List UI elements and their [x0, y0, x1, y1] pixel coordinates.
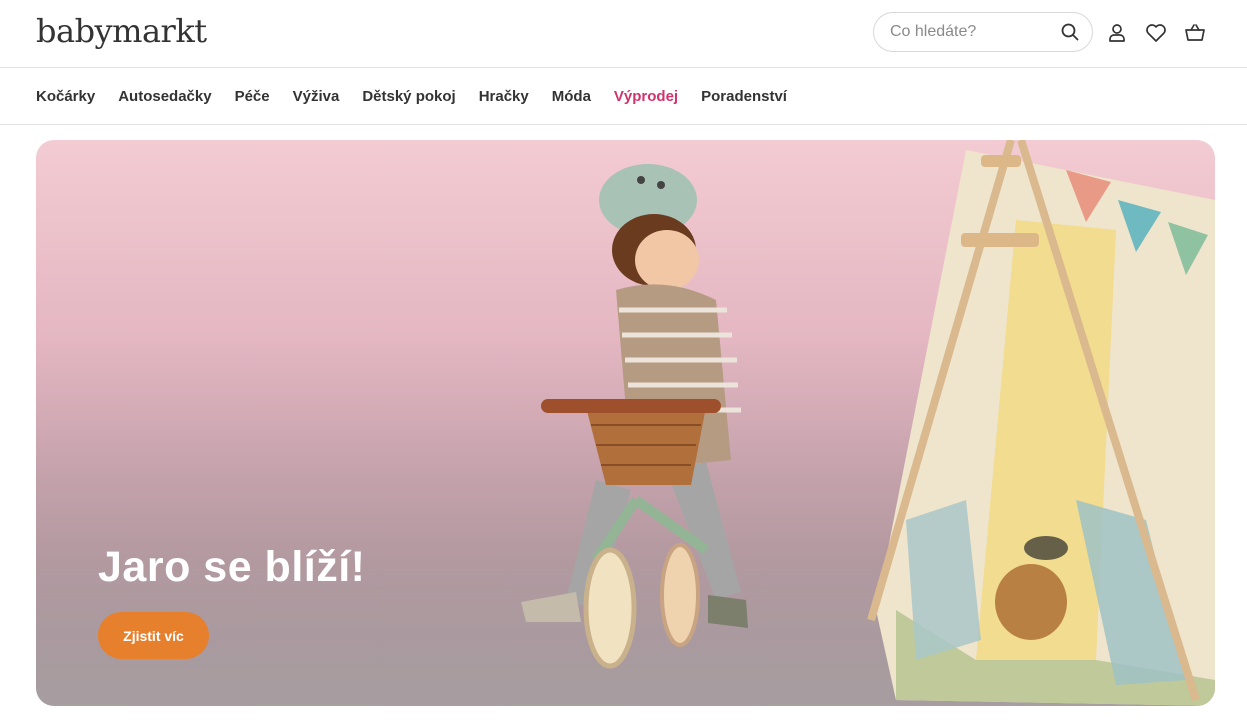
teepee-tent-illustration — [867, 140, 1215, 706]
user-icon[interactable] — [1106, 22, 1128, 44]
nav-item-autosedacky[interactable]: Autosedačky — [118, 88, 211, 105]
search-input[interactable] — [890, 23, 1050, 41]
nav-item-detsky-pokoj[interactable]: Dětský pokoj — [362, 88, 455, 105]
nav-item-poradenstvi[interactable]: Poradenství — [701, 88, 787, 105]
heart-icon[interactable] — [1145, 22, 1167, 44]
hero-title: Jaro se blíží! — [98, 543, 366, 591]
category-nav: Kočárky Autosedačky Péče Výživa Dětský p… — [0, 69, 1247, 125]
nav-item-kocarky[interactable]: Kočárky — [36, 88, 95, 105]
child-on-bike-illustration — [521, 164, 748, 669]
search-icon[interactable] — [1060, 22, 1080, 42]
logo[interactable]: babymarkt — [36, 12, 207, 50]
nav-item-pece[interactable]: Péče — [235, 88, 270, 105]
nav-item-hracky[interactable]: Hračky — [479, 88, 529, 105]
hero-image — [521, 140, 1215, 706]
site-header: babymarkt — [0, 0, 1247, 68]
search-box[interactable] — [873, 12, 1093, 52]
nav-item-moda[interactable]: Móda — [552, 88, 591, 105]
hero-cta-button[interactable]: Zjistit víc — [98, 612, 209, 659]
nav-item-vyprodej[interactable]: Výprodej — [614, 88, 678, 105]
nav-item-vyziva[interactable]: Výživa — [293, 88, 340, 105]
basket-icon[interactable] — [1184, 22, 1206, 44]
hero-banner[interactable]: Jaro se blíží! Zjistit víc — [36, 140, 1215, 706]
